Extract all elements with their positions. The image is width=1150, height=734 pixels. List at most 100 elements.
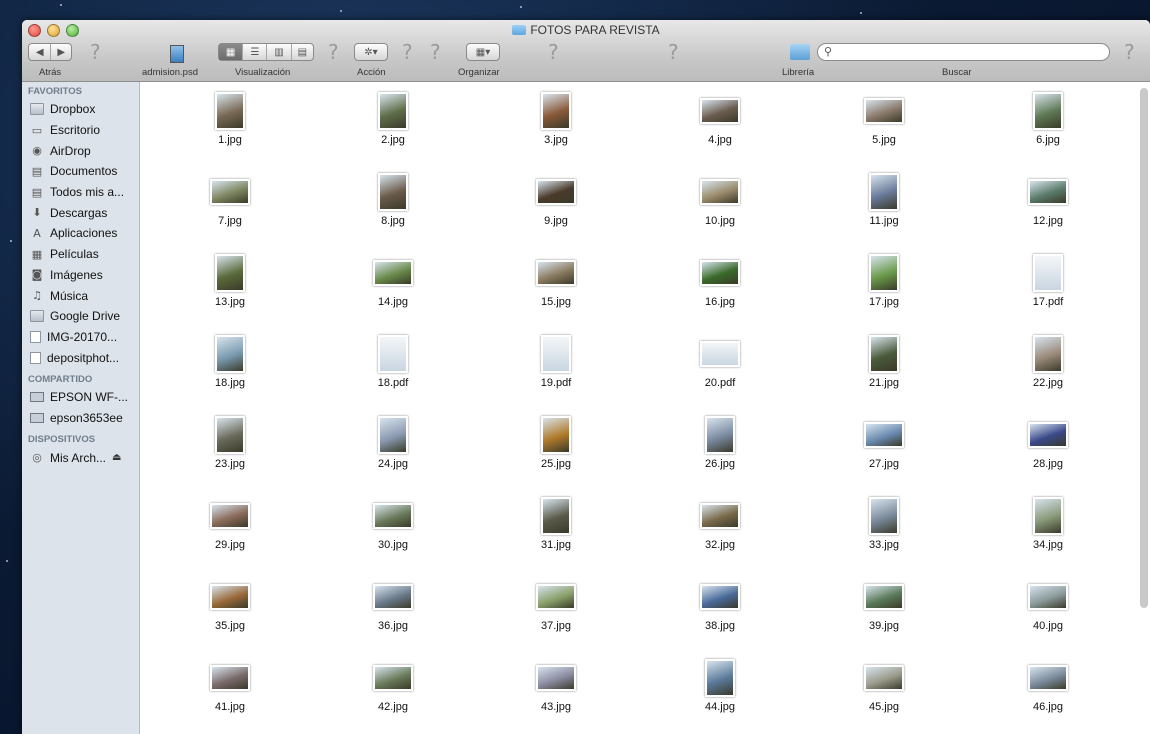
file-item[interactable]: 45.jpg <box>814 657 954 713</box>
file-item[interactable]: 2.jpg <box>323 90 463 146</box>
image-thumbnail <box>814 495 954 537</box>
library-item[interactable]: Librería <box>780 43 820 79</box>
sidebar-item[interactable]: epson3653ee <box>22 408 139 429</box>
sidebar-item[interactable]: ⬇ Descargas <box>22 202 139 223</box>
file-item[interactable]: 23.jpg <box>160 414 300 470</box>
image-thumbnail <box>160 90 300 132</box>
file-item[interactable]: 26.jpg <box>650 414 790 470</box>
icon-view-icon[interactable]: ▦ <box>219 44 244 60</box>
arrange-menu-button[interactable]: ▦▾ <box>466 43 500 61</box>
file-item[interactable]: 21.jpg <box>814 333 954 389</box>
file-item[interactable]: 44.jpg <box>650 657 790 713</box>
file-item[interactable]: 11.jpg <box>814 171 954 227</box>
file-item[interactable]: 16.jpg <box>650 252 790 308</box>
file-item[interactable]: 18.pdf <box>323 333 463 389</box>
file-item[interactable]: 7.jpg <box>160 171 300 227</box>
eject-icon[interactable]: ⏏ <box>112 452 121 463</box>
file-item[interactable]: 14.jpg <box>323 252 463 308</box>
file-item[interactable]: 12.jpg <box>978 171 1118 227</box>
file-item[interactable]: 36.jpg <box>323 576 463 632</box>
sidebar-item[interactable]: ◙ Imágenes <box>22 265 139 286</box>
back-forward-control[interactable]: ◀ ▶ <box>28 43 72 61</box>
file-item[interactable]: 34.jpg <box>978 495 1118 551</box>
forward-arrow-icon[interactable]: ▶ <box>51 44 71 60</box>
file-item[interactable]: 33.jpg <box>814 495 954 551</box>
file-item[interactable]: 37.jpg <box>486 576 626 632</box>
sidebar-item[interactable]: depositphot... <box>22 347 139 368</box>
sidebar-item-label: Todos mis a... <box>50 185 125 200</box>
file-item[interactable]: 24.jpg <box>323 414 463 470</box>
list-view-icon[interactable]: ☰ <box>243 44 268 60</box>
back-arrow-icon[interactable]: ◀ <box>29 44 52 60</box>
file-item[interactable]: 38.jpg <box>650 576 790 632</box>
file-item[interactable]: 39.jpg <box>814 576 954 632</box>
file-item[interactable]: 27.jpg <box>814 414 954 470</box>
sidebar-item[interactable]: IMG-20170... <box>22 327 139 348</box>
file-item[interactable]: 25.jpg <box>486 414 626 470</box>
sidebar-item[interactable]: Dropbox <box>22 99 139 120</box>
file-item[interactable]: 10.jpg <box>650 171 790 227</box>
file-item[interactable]: 13.jpg <box>160 252 300 308</box>
help-icon[interactable]: ? <box>430 40 441 64</box>
help-icon[interactable]: ? <box>1124 40 1135 64</box>
help-icon[interactable]: ? <box>548 40 559 64</box>
file-item[interactable]: 8.jpg <box>323 171 463 227</box>
file-item[interactable]: 32.jpg <box>650 495 790 551</box>
sidebar-item[interactable]: ▦ Películas <box>22 244 139 265</box>
image-thumbnail <box>323 171 463 213</box>
downloads-icon: ⬇ <box>32 206 42 220</box>
file-item[interactable]: 1.jpg <box>160 90 300 146</box>
file-name: 15.jpg <box>541 296 571 308</box>
help-icon[interactable]: ? <box>668 40 679 64</box>
search-input[interactable]: ⚲ <box>817 43 1110 61</box>
file-item[interactable]: 20.pdf <box>650 333 790 389</box>
help-icon[interactable]: ? <box>90 40 101 64</box>
file-item[interactable]: 17.jpg <box>814 252 954 308</box>
sidebar-item[interactable]: Google Drive <box>22 306 139 327</box>
vertical-scrollbar[interactable] <box>1140 88 1148 608</box>
column-view-icon[interactable]: ▥ <box>267 44 292 60</box>
sidebar-item[interactable]: A Aplicaciones <box>22 223 139 244</box>
file-item[interactable]: 43.jpg <box>486 657 626 713</box>
favorites-list: Dropbox ▭ Escritorio ◉ AirDrop ▤ Documentos ▤ To… <box>22 99 139 368</box>
sidebar-item[interactable]: ◉ AirDrop <box>22 140 139 161</box>
file-item[interactable]: 46.jpg <box>978 657 1118 713</box>
sidebar-item[interactable]: ▤ Todos mis a... <box>22 182 139 203</box>
file-item[interactable]: 41.jpg <box>160 657 300 713</box>
file-item[interactable]: 31.jpg <box>486 495 626 551</box>
file-name: 23.jpg <box>215 458 245 470</box>
image-thumbnail <box>160 414 300 456</box>
file-item[interactable]: 40.jpg <box>978 576 1118 632</box>
window-title: FOTOS PARA REVISTA <box>22 23 1150 37</box>
action-menu-button[interactable]: ✲▾ <box>354 43 388 61</box>
sidebar-item[interactable]: ♫ Música <box>22 285 139 306</box>
file-item[interactable]: 6.jpg <box>978 90 1118 146</box>
image-thumbnail <box>486 252 626 294</box>
help-icon[interactable]: ? <box>402 40 413 64</box>
file-item[interactable]: 9.jpg <box>486 171 626 227</box>
view-mode-control[interactable]: ▦ ☰ ▥ ▤ <box>218 43 314 61</box>
file-name: 40.jpg <box>1033 620 1063 632</box>
admision-file-item[interactable]: admision.psd <box>142 43 212 79</box>
file-item[interactable]: 5.jpg <box>814 90 954 146</box>
file-item[interactable]: 3.jpg <box>486 90 626 146</box>
file-item[interactable]: 15.jpg <box>486 252 626 308</box>
image-thumbnail <box>978 333 1118 375</box>
file-item[interactable]: 17.pdf <box>978 252 1118 308</box>
file-item[interactable]: 22.jpg <box>978 333 1118 389</box>
file-item[interactable]: 28.jpg <box>978 414 1118 470</box>
file-item[interactable]: 19.pdf <box>486 333 626 389</box>
pdf-file-icon <box>486 333 626 375</box>
file-item[interactable]: 4.jpg <box>650 90 790 146</box>
coverflow-view-icon[interactable]: ▤ <box>292 44 313 60</box>
sidebar-item[interactable]: ◎ Mis Arch... ⏏ <box>22 447 139 468</box>
file-item[interactable]: 42.jpg <box>323 657 463 713</box>
help-icon[interactable]: ? <box>328 40 339 64</box>
file-item[interactable]: 29.jpg <box>160 495 300 551</box>
file-item[interactable]: 18.jpg <box>160 333 300 389</box>
file-item[interactable]: 35.jpg <box>160 576 300 632</box>
file-item[interactable]: 30.jpg <box>323 495 463 551</box>
sidebar-item[interactable]: EPSON WF-... <box>22 387 139 408</box>
sidebar-item[interactable]: ▭ Escritorio <box>22 120 139 141</box>
sidebar-item[interactable]: ▤ Documentos <box>22 161 139 182</box>
